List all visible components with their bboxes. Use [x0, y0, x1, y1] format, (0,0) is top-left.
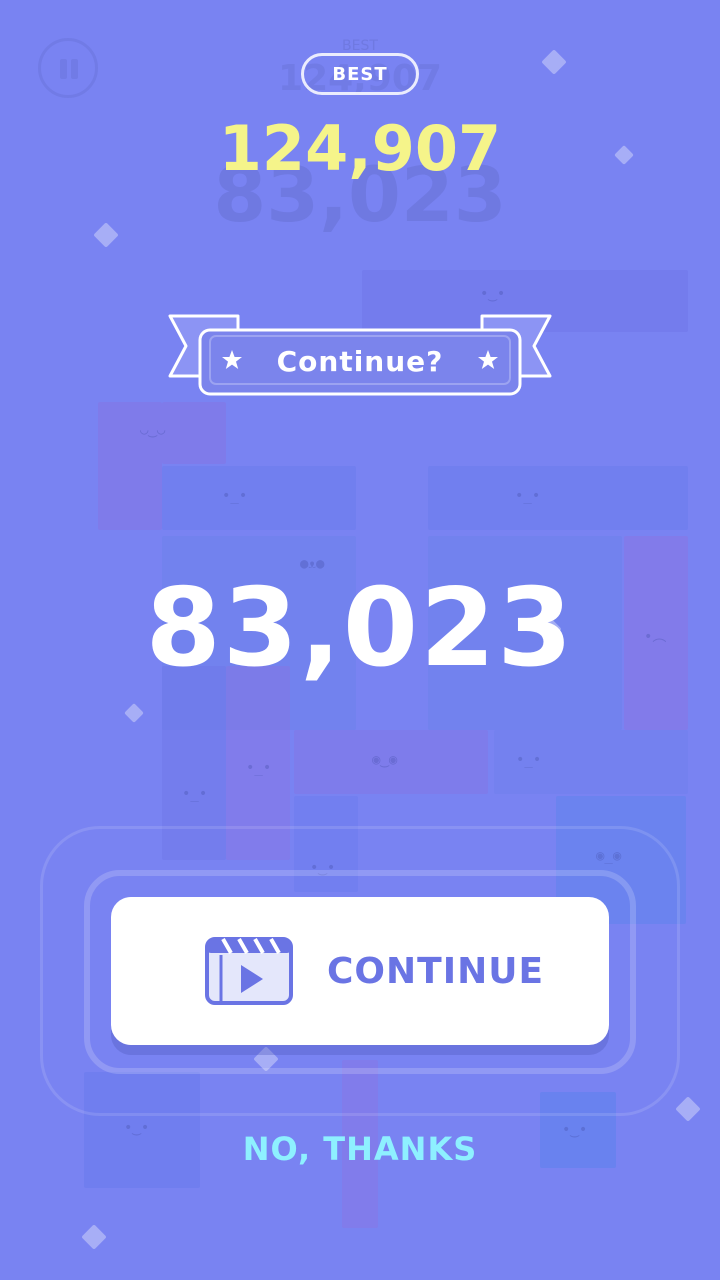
- best-label: BEST: [301, 53, 419, 95]
- ghost-best-label: BEST: [342, 38, 378, 54]
- block-face: •_•: [516, 752, 542, 768]
- board-block: [162, 402, 226, 464]
- block-face: •_•: [222, 488, 248, 504]
- video-ad-icon: [205, 937, 293, 1005]
- block-face: •_•: [515, 488, 541, 504]
- block-face: •_•: [246, 760, 272, 776]
- no-thanks-link[interactable]: NO, THANKS: [0, 1130, 720, 1168]
- banner-title: Continue?: [276, 344, 444, 378]
- sparkle-decoration: [675, 1096, 701, 1122]
- block-face: ◡‿◡: [140, 422, 166, 438]
- block-face: ◉‿◉: [372, 752, 398, 768]
- current-score: 83,023: [145, 566, 575, 691]
- continue-button-label: CONTINUE: [327, 950, 545, 992]
- sparkle-decoration: [81, 1224, 107, 1250]
- sparkle-decoration: [124, 703, 144, 723]
- continue-button[interactable]: CONTINUE: [111, 897, 609, 1045]
- block-face: •‿•: [480, 286, 506, 302]
- board-block: [162, 466, 356, 530]
- board-block: [428, 466, 688, 530]
- best-score: 124,907: [218, 112, 502, 185]
- block-face: •_•: [182, 786, 208, 802]
